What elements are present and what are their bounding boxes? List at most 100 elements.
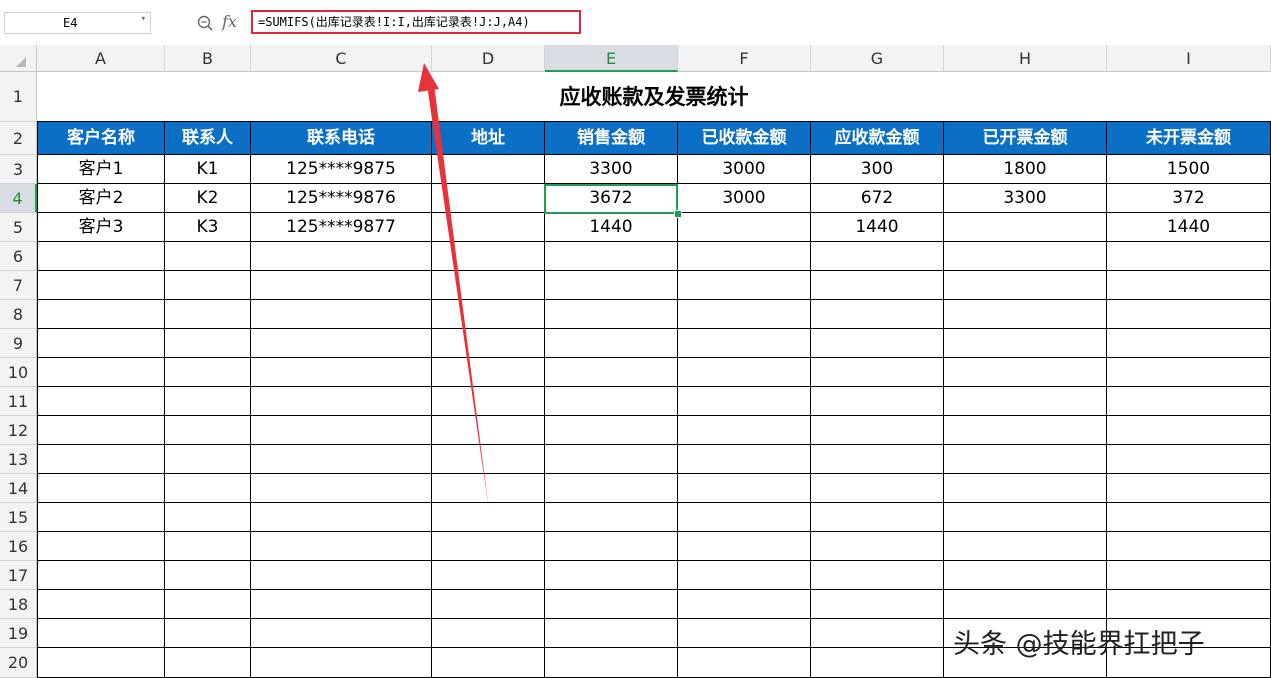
cell-a6[interactable] [37,242,165,271]
cell-a9[interactable] [37,329,165,358]
row-header-6[interactable]: 6 [0,242,37,271]
cell-b3[interactable]: K1 [165,155,251,184]
cell-d6[interactable] [432,242,545,271]
cell-g3[interactable]: 300 [811,155,944,184]
column-header-h[interactable]: H [944,45,1107,72]
cell-b7[interactable] [165,271,251,300]
cell-i12[interactable] [1107,416,1271,445]
cell-a18[interactable] [37,590,165,619]
cell-f13[interactable] [678,445,811,474]
cell-d20[interactable] [432,648,545,678]
cell-d5[interactable] [432,213,545,242]
row-header-15[interactable]: 15 [0,503,37,532]
row-header-4[interactable]: 4 [0,184,37,213]
column-header-i[interactable]: I [1107,45,1271,72]
cell-a5[interactable]: 客户3 [37,213,165,242]
cell-g17[interactable] [811,561,944,590]
cell-g15[interactable] [811,503,944,532]
cell-a4[interactable]: 客户2 [37,184,165,213]
cell-h3[interactable]: 1800 [944,155,1107,184]
name-box[interactable]: E4 ▾ [4,12,151,34]
cell-f20[interactable] [678,648,811,678]
header-cell[interactable]: 已开票金额 [944,122,1107,155]
cell-h5[interactable] [944,213,1107,242]
cell-g9[interactable] [811,329,944,358]
cell-b13[interactable] [165,445,251,474]
cell-b15[interactable] [165,503,251,532]
header-cell[interactable]: 未开票金额 [1107,122,1271,155]
cell-d19[interactable] [432,619,545,648]
cell-e19[interactable] [545,619,678,648]
cell-a12[interactable] [37,416,165,445]
cell-b10[interactable] [165,358,251,387]
cell-i14[interactable] [1107,474,1271,503]
cell-f6[interactable] [678,242,811,271]
cell-e3[interactable]: 3300 [545,155,678,184]
cell-g7[interactable] [811,271,944,300]
cell-e13[interactable] [545,445,678,474]
header-cell[interactable]: 已收款金额 [678,122,811,155]
cell-h6[interactable] [944,242,1107,271]
cell-b14[interactable] [165,474,251,503]
zoom-in-icon[interactable] [197,15,213,31]
cell-g13[interactable] [811,445,944,474]
cell-g16[interactable] [811,532,944,561]
row-header-13[interactable]: 13 [0,445,37,474]
cell-h17[interactable] [944,561,1107,590]
cell-b19[interactable] [165,619,251,648]
cell-f12[interactable] [678,416,811,445]
cell-b6[interactable] [165,242,251,271]
cell-f16[interactable] [678,532,811,561]
cell-f7[interactable] [678,271,811,300]
cell-d11[interactable] [432,387,545,416]
cell-d14[interactable] [432,474,545,503]
row-header-2[interactable]: 2 [0,122,37,155]
cell-d18[interactable] [432,590,545,619]
cell-a7[interactable] [37,271,165,300]
cell-b9[interactable] [165,329,251,358]
cell-d10[interactable] [432,358,545,387]
row-header-11[interactable]: 11 [0,387,37,416]
cell-e4[interactable]: 3672 [545,184,678,213]
cell-g14[interactable] [811,474,944,503]
cell-b17[interactable] [165,561,251,590]
select-all-corner[interactable] [0,45,37,72]
cell-e9[interactable] [545,329,678,358]
cell-f5[interactable] [678,213,811,242]
cell-a3[interactable]: 客户1 [37,155,165,184]
cell-d4[interactable] [432,184,545,213]
cell-h16[interactable] [944,532,1107,561]
cell-c17[interactable] [251,561,432,590]
cell-h12[interactable] [944,416,1107,445]
cell-f14[interactable] [678,474,811,503]
cell-d17[interactable] [432,561,545,590]
cell-h8[interactable] [944,300,1107,329]
cell-c20[interactable] [251,648,432,678]
cell-d3[interactable] [432,155,545,184]
row-header-8[interactable]: 8 [0,300,37,329]
cell-g20[interactable] [811,648,944,678]
cell-c8[interactable] [251,300,432,329]
cell-a20[interactable] [37,648,165,678]
cell-c4[interactable]: 125****9876 [251,184,432,213]
cell-c11[interactable] [251,387,432,416]
cell-f10[interactable] [678,358,811,387]
cell-d9[interactable] [432,329,545,358]
column-header-f[interactable]: F [678,45,811,72]
cell-c14[interactable] [251,474,432,503]
row-header-9[interactable]: 9 [0,329,37,358]
formula-input[interactable]: =SUMIFS(出库记录表!I:I,出库记录表!J:J,A4) [251,10,581,34]
fx-icon[interactable]: fx [222,12,237,31]
cell-a10[interactable] [37,358,165,387]
cell-g4[interactable]: 672 [811,184,944,213]
cell-i17[interactable] [1107,561,1271,590]
row-header-10[interactable]: 10 [0,358,37,387]
cell-b18[interactable] [165,590,251,619]
column-header-a[interactable]: A [37,45,165,72]
cell-d12[interactable] [432,416,545,445]
cell-f11[interactable] [678,387,811,416]
cell-i6[interactable] [1107,242,1271,271]
cell-g6[interactable] [811,242,944,271]
row-header-18[interactable]: 18 [0,590,37,619]
cell-f17[interactable] [678,561,811,590]
